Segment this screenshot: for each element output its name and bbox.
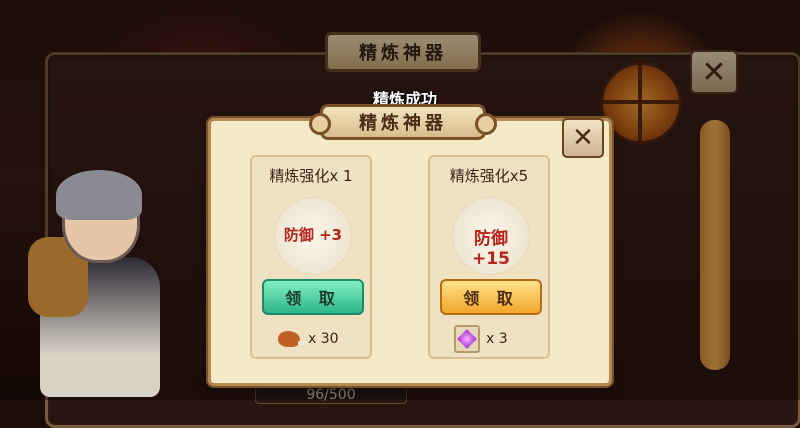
card-title: 精炼强化x 1 [269, 167, 353, 185]
reward-card-1: 精炼强化x 1 防御 +3 领 取 x 30 [250, 155, 372, 359]
close-icon[interactable]: ✕ [562, 118, 604, 158]
reward-count: x 30 [308, 331, 339, 347]
reward-item: x 3 [454, 325, 508, 353]
dialog-title: 精炼神器 [309, 104, 497, 140]
character-hair [56, 170, 142, 220]
reward-item: x 30 [276, 325, 339, 353]
meat-icon [276, 326, 308, 352]
reward-card-2: 精炼强化x5 防御 +15 领 取 x 3 [428, 155, 550, 359]
stat-disc: 防御 +15 [452, 197, 530, 275]
purple-gem-icon [454, 325, 480, 353]
claim-button[interactable]: 领 取 [440, 279, 542, 315]
card-title: 精炼强化x5 [449, 167, 529, 185]
reward-count: x 3 [486, 331, 508, 347]
claim-button[interactable]: 领 取 [262, 279, 364, 315]
stat-disc: 防御 +3 [274, 197, 352, 275]
stat-bonus: 防御 +3 [283, 226, 343, 244]
stat-bonus: 防御 +15 [472, 229, 510, 269]
character-avatar [20, 165, 180, 405]
